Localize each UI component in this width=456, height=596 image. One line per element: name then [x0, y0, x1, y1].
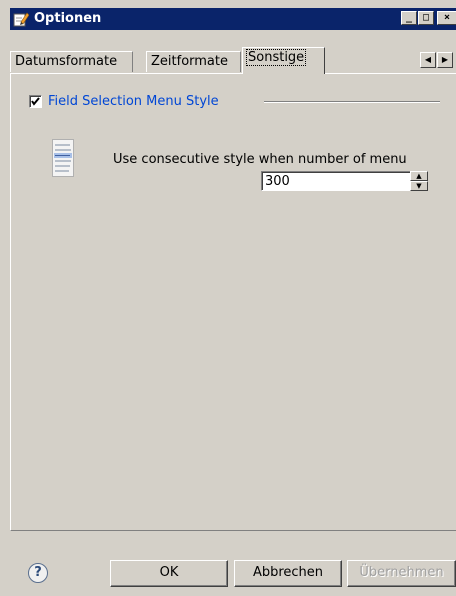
field-selection-checkbox[interactable]: [29, 95, 42, 108]
title-bar[interactable]: Optionen _ □ ×: [10, 8, 456, 30]
group-divider: [264, 101, 440, 103]
tab-panel: [10, 73, 456, 531]
apply-button[interactable]: Übernehmen: [347, 560, 456, 587]
ok-button[interactable]: OK: [110, 560, 228, 587]
menu-count-spinner[interactable]: 300 ▲ ▼: [261, 171, 429, 191]
tab-sonstige[interactable]: Sonstige: [242, 47, 325, 74]
options-dialog: Optionen _ □ × Datumsformate Zeitformate…: [0, 0, 456, 596]
edit-pencil-icon: [13, 12, 29, 27]
menu-list-icon: [52, 139, 74, 177]
tab-label: Sonstige: [245, 49, 307, 66]
cancel-button[interactable]: Abbrechen: [234, 560, 342, 587]
setting-description: Use consecutive style when number of men…: [113, 152, 407, 167]
tab-strip: Datumsformate Zeitformate Sonstige ◀ ▶: [10, 47, 456, 74]
tab-scroll-left-button[interactable]: ◀: [420, 52, 436, 68]
close-button[interactable]: ×: [437, 11, 456, 25]
maximize-button[interactable]: □: [418, 11, 434, 25]
menu-count-input[interactable]: 300: [261, 171, 411, 191]
tab-scroll-right-button[interactable]: ▶: [437, 52, 453, 68]
help-icon[interactable]: ?: [28, 563, 48, 583]
minimize-button[interactable]: _: [401, 11, 417, 25]
checkmark-icon: [31, 97, 40, 106]
tab-datumsformate[interactable]: Datumsformate: [10, 51, 133, 72]
spin-down-button[interactable]: ▼: [410, 181, 428, 191]
group-label: Field Selection Menu Style: [48, 94, 219, 109]
tab-zeitformate[interactable]: Zeitformate: [146, 51, 241, 72]
window-title: Optionen: [34, 11, 102, 26]
tab-label: Datumsformate: [15, 54, 118, 69]
spin-up-button[interactable]: ▲: [410, 171, 428, 181]
tab-label: Zeitformate: [151, 54, 228, 69]
